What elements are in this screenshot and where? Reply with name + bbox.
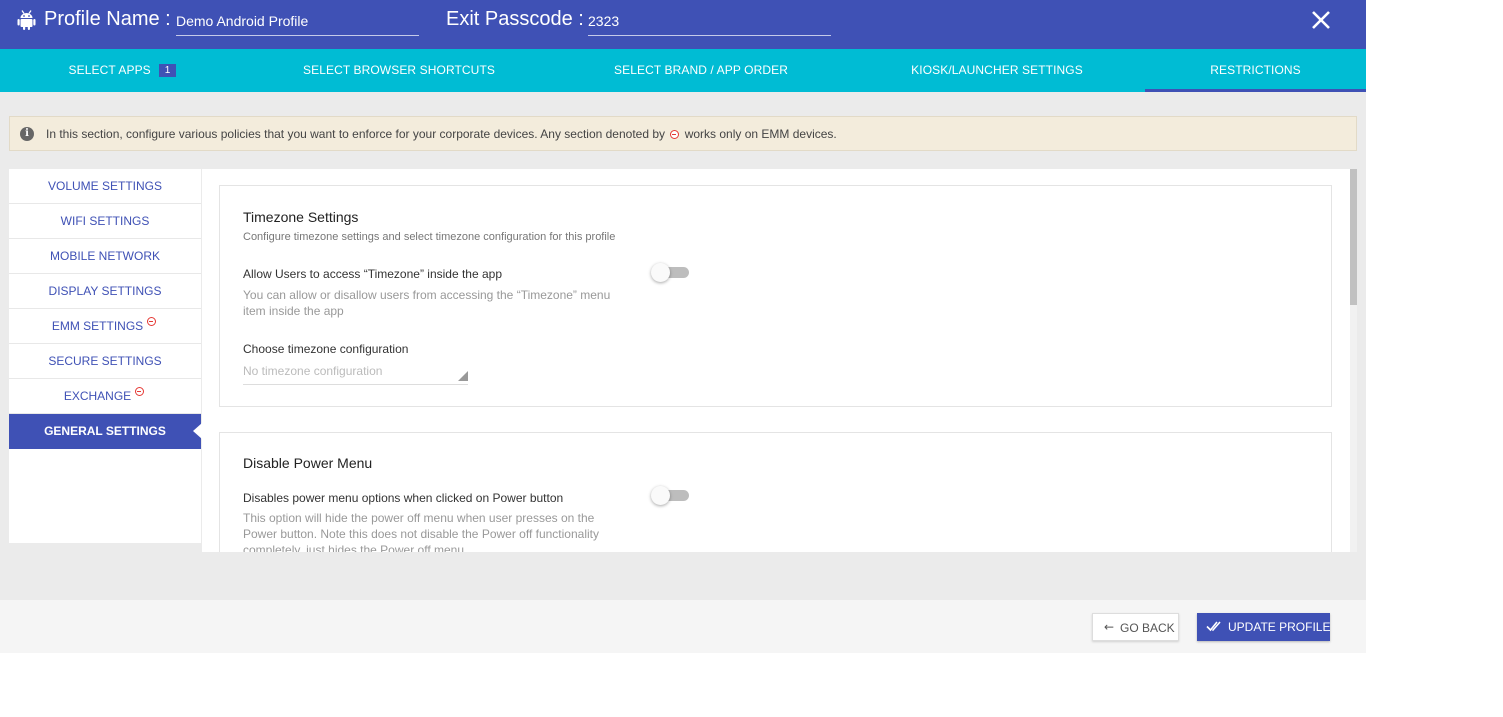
timezone-config-select[interactable]: No timezone configuration xyxy=(243,361,468,385)
timezone-config-value: No timezone configuration xyxy=(243,364,383,378)
exit-passcode-label: Exit Passcode : xyxy=(446,8,584,30)
sidebar-item-label: DISPLAY SETTINGS xyxy=(48,284,162,298)
restrictions-sidebar: VOLUME SETTINGS WIFI SETTINGS MOBILE NET… xyxy=(9,169,202,543)
sidebar-item-label: VOLUME SETTINGS xyxy=(47,179,163,193)
disable-power-menu-card: Disable Power Menu Disables power menu o… xyxy=(219,432,1332,552)
close-icon[interactable] xyxy=(1310,9,1332,31)
sidebar-item-label: GENERAL SETTINGS xyxy=(44,424,166,438)
timezone-config-label: Choose timezone configuration xyxy=(243,342,409,356)
update-profile-button[interactable]: UPDATE PROFILE xyxy=(1197,613,1330,641)
profile-name-input[interactable]: Demo Android Profile xyxy=(176,8,419,36)
power-menu-option-description: This option will hide the power off menu… xyxy=(243,511,599,552)
android-icon xyxy=(17,10,36,30)
sidebar-item-display-settings[interactable]: DISPLAY SETTINGS xyxy=(9,274,201,309)
tab-select-browser-shortcuts[interactable]: SELECT BROWSER SHORTCUTS xyxy=(245,49,553,92)
emm-indicator-icon xyxy=(670,130,680,139)
sidebar-item-wifi-settings[interactable]: WIFI SETTINGS xyxy=(9,204,201,239)
timezone-settings-card: Timezone Settings Configure timezone set… xyxy=(219,185,1332,407)
sidebar-item-general-settings[interactable]: GENERAL SETTINGS xyxy=(9,414,202,449)
toggle-knob xyxy=(651,263,670,282)
tab-label: SELECT BRAND / APP ORDER xyxy=(613,63,788,77)
sidebar-item-secure-settings[interactable]: SECURE SETTINGS xyxy=(9,344,201,379)
sidebar-item-label: WIFI SETTINGS xyxy=(60,214,150,228)
info-text-end: works only on EMM devices. xyxy=(684,127,837,141)
toggle-knob xyxy=(651,486,670,505)
tab-bar: SELECT APPS 1 SELECT BROWSER SHORTCUTS SE… xyxy=(0,49,1366,92)
info-banner: i In this section, configure various pol… xyxy=(9,116,1357,151)
sidebar-item-volume-settings[interactable]: VOLUME SETTINGS xyxy=(9,169,201,204)
tab-kiosk-launcher-settings[interactable]: KIOSK/LAUNCHER SETTINGS xyxy=(849,49,1145,92)
emm-indicator-icon xyxy=(135,387,145,396)
allow-timezone-label: Allow Users to access “Timezone” inside … xyxy=(243,267,502,281)
content-scrollbar-thumb[interactable] xyxy=(1350,169,1357,305)
sidebar-item-label: MOBILE NETWORK xyxy=(49,249,160,263)
arrow-left-icon: ← xyxy=(1104,620,1115,634)
footer-bar: ← GO BACK UPDATE PROFILE xyxy=(0,600,1366,653)
app-count-badge: 1 xyxy=(158,64,177,77)
power-menu-option-label: Disables power menu options when clicked… xyxy=(243,491,564,505)
settings-content[interactable]: Timezone Settings Configure timezone set… xyxy=(202,169,1357,552)
info-text-start: In this section, configure various polic… xyxy=(46,127,666,141)
update-profile-label: UPDATE PROFILE xyxy=(1228,620,1331,634)
tab-label: KIOSK/LAUNCHER SETTINGS xyxy=(911,63,1083,77)
allow-timezone-description: You can allow or disallow users from acc… xyxy=(243,288,611,318)
tab-restrictions[interactable]: RESTRICTIONS xyxy=(1145,49,1366,92)
exit-passcode-value: 2323 xyxy=(588,13,620,29)
exit-passcode-input[interactable]: 2323 xyxy=(588,8,831,36)
card-title: Disable Power Menu xyxy=(243,455,373,471)
disable-power-menu-toggle[interactable] xyxy=(651,486,693,506)
info-text: In this section, configure various polic… xyxy=(46,127,837,141)
card-subtitle: Configure timezone settings and select t… xyxy=(243,231,616,243)
card-title: Timezone Settings xyxy=(243,209,359,225)
sidebar-item-label: SECURE SETTINGS xyxy=(48,354,162,368)
go-back-button[interactable]: ← GO BACK xyxy=(1092,613,1179,641)
tab-label: SELECT APPS xyxy=(68,63,151,77)
tab-label: SELECT BROWSER SHORTCUTS xyxy=(303,63,495,77)
sidebar-item-exchange[interactable]: EXCHANGE xyxy=(9,379,201,414)
dropdown-caret-icon xyxy=(458,371,468,381)
sidebar-item-mobile-network[interactable]: MOBILE NETWORK xyxy=(9,239,201,274)
emm-indicator-icon xyxy=(147,317,157,326)
sidebar-item-label: EMM SETTINGS xyxy=(51,319,144,333)
sidebar-item-label: EXCHANGE xyxy=(63,389,132,403)
go-back-label: GO BACK xyxy=(1120,621,1175,635)
allow-timezone-toggle[interactable] xyxy=(651,263,693,283)
tab-select-apps[interactable]: SELECT APPS 1 xyxy=(0,49,245,92)
tab-select-brand-app-order[interactable]: SELECT BRAND / APP ORDER xyxy=(553,49,849,92)
sidebar-item-emm-settings[interactable]: EMM SETTINGS xyxy=(9,309,201,344)
profile-name-value: Demo Android Profile xyxy=(176,13,309,29)
app-window: Profile Name : Demo Android Profile Exit… xyxy=(0,0,1366,653)
header-bar: Profile Name : Demo Android Profile Exit… xyxy=(0,0,1366,49)
info-icon: i xyxy=(20,127,34,141)
tab-label: RESTRICTIONS xyxy=(1210,63,1301,77)
double-check-icon xyxy=(1206,621,1221,632)
profile-name-label: Profile Name : xyxy=(44,8,171,30)
